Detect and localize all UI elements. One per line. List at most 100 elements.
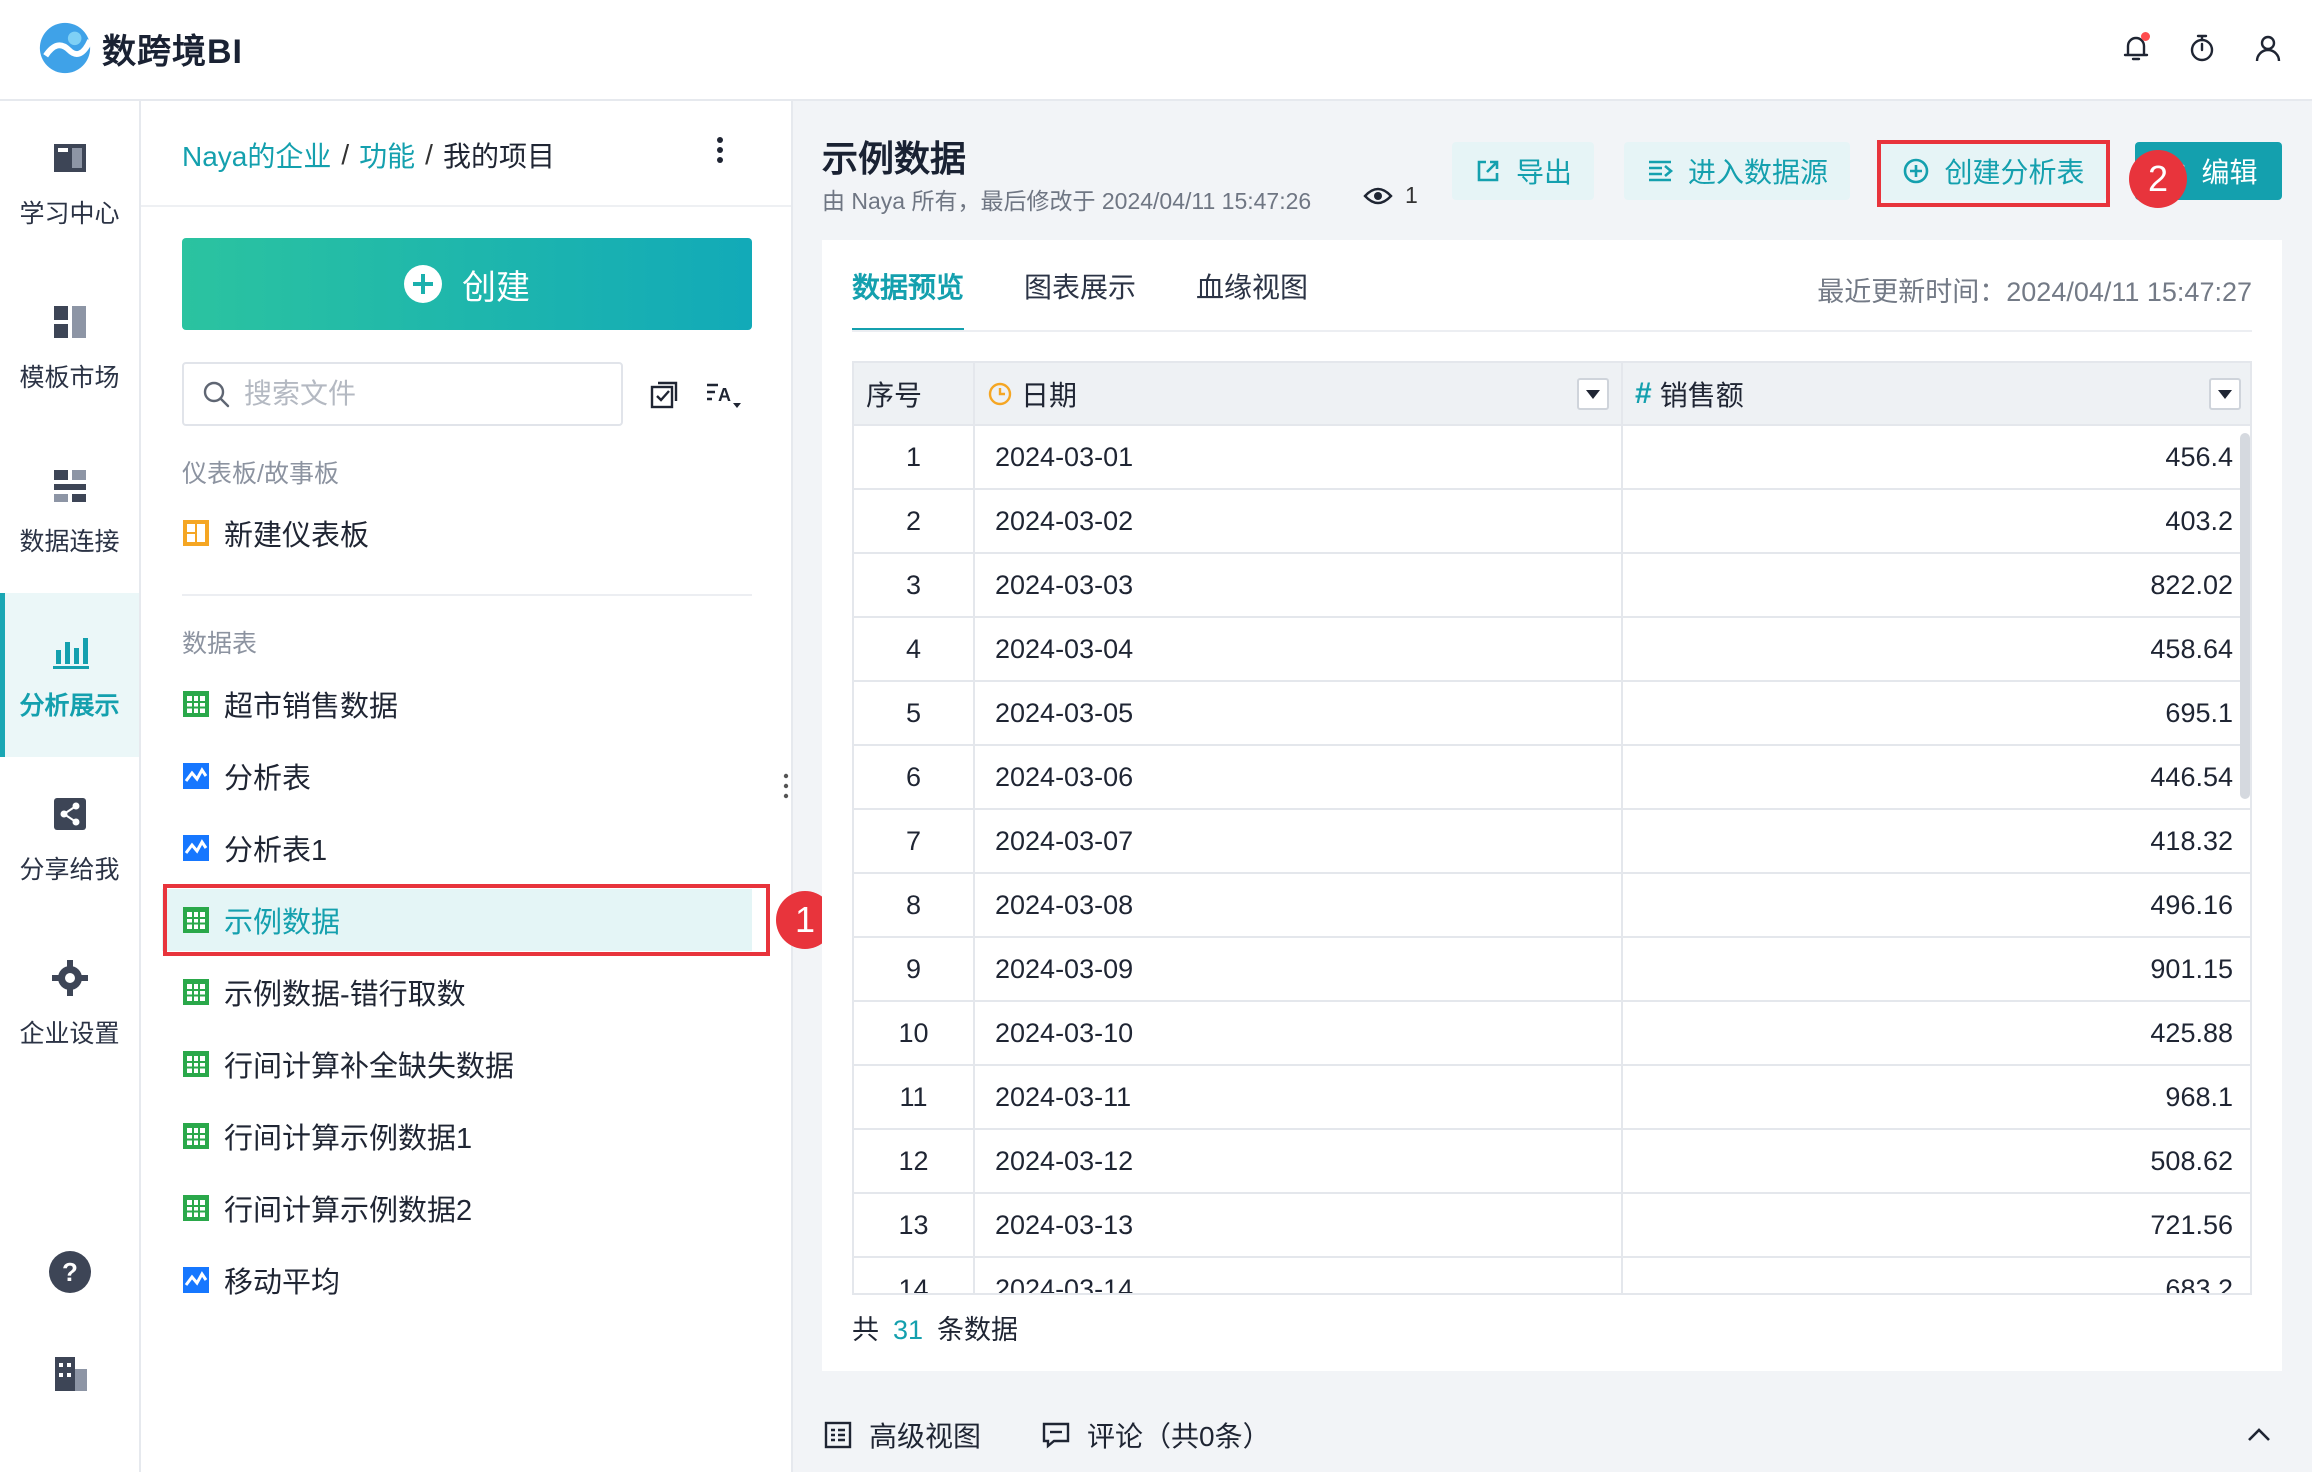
analysis-chart-icon [52,638,89,669]
search-box [182,362,623,426]
comments-button[interactable]: 评论（共0条） [1041,1415,1271,1455]
file-item-table[interactable]: 行间计算补全缺失数据 [182,1033,752,1095]
table-icon [183,1123,209,1149]
table-row[interactable]: 13 2024-03-13 721.56 [854,1193,2250,1258]
building-icon[interactable] [0,1351,139,1397]
table-row[interactable]: 8 2024-03-08 496.16 [854,873,2250,938]
table-row[interactable]: 12 2024-03-12 508.62 [854,1129,2250,1194]
cell-sales: 822.02 [1622,553,2250,618]
analysis-icon [183,1267,209,1293]
cell-date: 2024-03-06 [974,745,1623,810]
table-row[interactable]: 5 2024-03-05 695.1 [854,681,2250,746]
last-update-time: 最近更新时间：2024/04/11 15:47:27 [1817,277,2252,307]
table-row[interactable]: 11 2024-03-11 968.1 [854,1065,2250,1130]
breadcrumb-feature[interactable]: 功能 [359,135,415,175]
file-item-table[interactable]: 超市销售数据 [182,673,752,735]
file-item-analysis[interactable]: 分析表 [182,745,752,807]
file-item-dashboard[interactable]: 新建仪表板 [182,502,752,564]
left-nav: 学习中心 模板市场 数据连接 分析展示 分享给我 企业设置 ? [0,101,141,1472]
table-row[interactable]: 10 2024-03-10 425.88 [854,1001,2250,1066]
table-icon [183,691,209,717]
chevron-up-icon[interactable] [2242,1418,2276,1452]
file-item-table[interactable]: 行间计算示例数据1 [182,1105,752,1167]
date-type-icon [988,382,1012,405]
column-header-date[interactable]: 日期 [974,363,1623,426]
create-button[interactable]: 创建 [182,238,752,330]
cell-index: 8 [854,873,975,938]
table-row[interactable]: 3 2024-03-03 822.02 [854,553,2250,618]
batch-select-icon[interactable] [642,374,686,416]
column-dropdown-button[interactable] [1577,378,1609,410]
nav-label: 学习中心 [19,200,120,228]
tab-chart-display[interactable]: 图表展示 [1024,240,1136,332]
cell-date: 2024-03-08 [974,873,1623,938]
cell-index: 5 [854,681,975,746]
nav-item-learning[interactable]: 学习中心 [0,101,139,265]
cell-date: 2024-03-13 [974,1193,1623,1258]
file-item-table[interactable]: 行间计算示例数据2 [182,1177,752,1239]
table-row[interactable]: 9 2024-03-09 901.15 [854,937,2250,1002]
view-count-value: 1 [1405,182,1418,208]
file-item-analysis[interactable]: 移动平均 [182,1249,752,1311]
user-icon[interactable] [2250,28,2286,68]
advanced-view-label: 高级视图 [869,1421,982,1452]
table-row[interactable]: 1 2024-03-01 456.4 [854,425,2250,490]
nav-label: 数据连接 [19,528,120,556]
nav-item-templates[interactable]: 模板市场 [0,265,139,429]
view-count: 1 [1363,182,1418,209]
bell-icon[interactable] [2118,28,2154,68]
file-name: 行间计算示例数据1 [224,1123,473,1155]
cell-date: 2024-03-04 [974,617,1623,682]
table-row[interactable]: 2 2024-03-02 403.2 [854,489,2250,554]
cell-index: 12 [854,1129,975,1194]
tab-lineage-view[interactable]: 血缘视图 [1196,240,1308,332]
cell-sales: 968.1 [1622,1065,2250,1130]
nav-item-analysis[interactable]: 分析展示 [0,593,139,757]
file-item-table[interactable]: 示例数据-错行取数 [182,961,752,1023]
table-row[interactable]: 7 2024-03-07 418.32 [854,809,2250,874]
file-panel: Naya的企业 / 功能 / 我的项目 创建 A 仪表板/故事板 新建仪表板 数… [141,101,793,1472]
table-scrollbar[interactable] [2240,433,2250,799]
column-header-sales[interactable]: # 销售额 [1622,363,2250,426]
create-label: 创建 [462,268,530,307]
column-header-index: 序号 [854,363,975,426]
timer-icon[interactable] [2184,28,2220,68]
table-row[interactable]: 4 2024-03-04 458.64 [854,617,2250,682]
cell-sales: 425.88 [1622,1001,2250,1066]
export-button[interactable]: 导出 [1452,142,1594,200]
breadcrumb-root[interactable]: Naya的企业 [182,135,331,175]
total-prefix: 共 [852,1315,879,1345]
search-input[interactable] [244,378,604,410]
tab-data-preview[interactable]: 数据预览 [852,240,965,332]
highlight-box-selected-file [163,884,770,956]
template-icon [53,306,86,338]
breadcrumb-separator: / [425,139,433,170]
table-row[interactable]: 14 2024-03-14 683.2 [854,1257,2250,1293]
cell-index: 1 [854,425,975,490]
top-header: 数跨境BI [0,0,2312,101]
book-icon [53,144,86,172]
enter-datasource-button[interactable]: 进入数据源 [1624,142,1850,200]
cell-index: 14 [854,1257,975,1293]
sort-icon[interactable]: A [702,374,746,416]
nav-label: 企业设置 [19,1020,120,1048]
advanced-view-icon [824,1421,852,1449]
svg-text:A: A [718,385,731,405]
nav-item-settings[interactable]: 企业设置 [0,921,139,1085]
plus-icon [404,265,442,303]
file-item-analysis[interactable]: 分析表1 [182,817,752,879]
app-logo[interactable]: 数跨境BI [36,18,243,78]
nav-item-data-connect[interactable]: 数据连接 [0,429,139,593]
cell-index: 11 [854,1065,975,1130]
column-dropdown-button[interactable] [2209,378,2241,410]
help-icon[interactable]: ? [0,1249,139,1295]
table-row[interactable]: 6 2024-03-06 446.54 [854,745,2250,810]
file-name: 行间计算补全缺失数据 [224,1051,515,1083]
nav-item-shared[interactable]: 分享给我 [0,757,139,921]
breadcrumb-current: 我的项目 [442,141,555,172]
logo-icon [39,22,93,74]
advanced-view-button[interactable]: 高级视图 [823,1415,981,1455]
panel-resize-handle[interactable] [783,773,789,799]
more-options-icon[interactable] [705,135,735,175]
comments-label: 评论（共0条） [1087,1421,1271,1452]
